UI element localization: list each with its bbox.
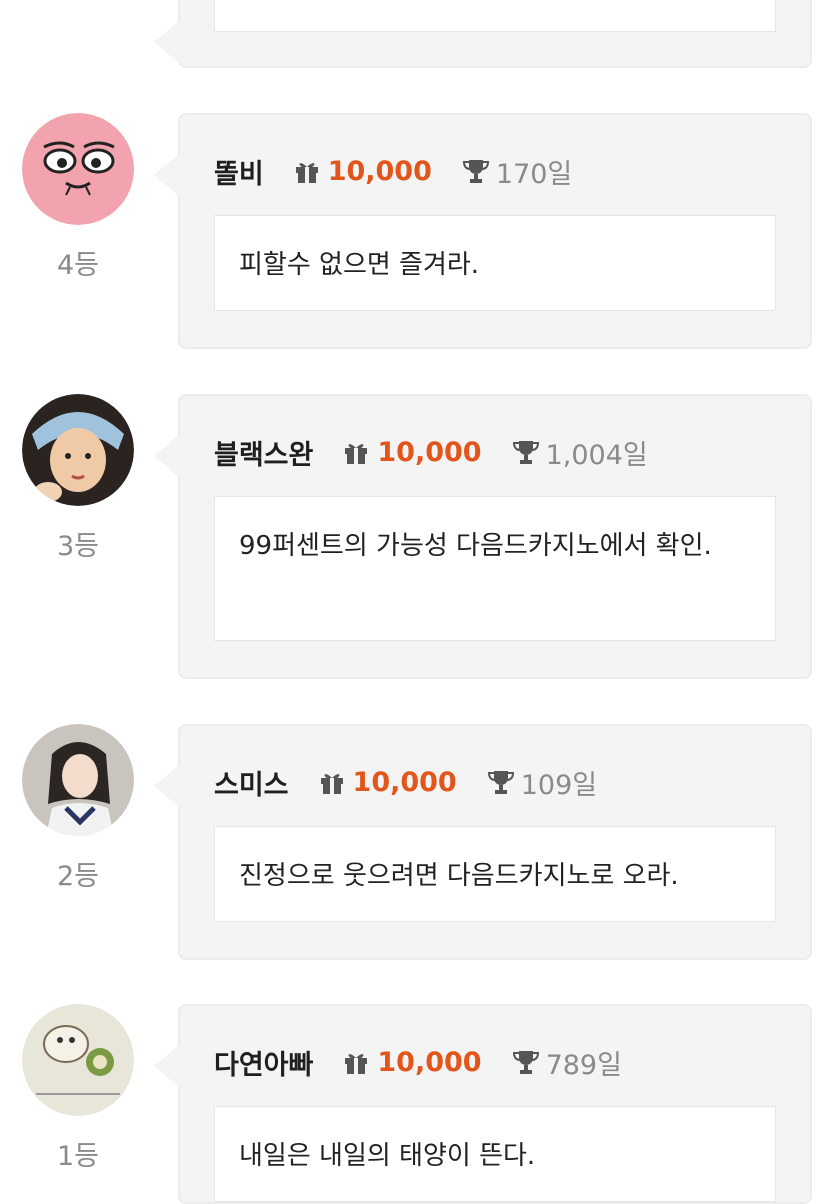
rank-label: 4등 (56, 250, 100, 281)
comment-meta: 스미스 10,000 109일 (214, 762, 597, 802)
comment-card: 블랙스완 10,000 1,004일 99퍼센트의 가능성 다음드카지노에서 확… (154, 394, 812, 679)
comment-meta: 똘비 10,000 170일 (214, 151, 572, 191)
member-days: 109일 (520, 769, 598, 801)
nickname[interactable]: 블랙스완 (214, 433, 313, 472)
rank-label: 3등 (56, 531, 100, 562)
comment-card-partial (154, 0, 812, 68)
gift-icon (345, 444, 368, 464)
comment-meta: 블랙스완 10,000 1,004일 (214, 432, 648, 472)
comment-text: 99퍼센트의 가능성 다음드카지노에서 확인. (214, 496, 776, 641)
gift-amount: 10,000 (377, 1046, 482, 1078)
comment-meta: 다연아빠 10,000 789일 (214, 1042, 622, 1082)
comment-card: 똘비 10,000 170일 피할수 없으면 즐겨라. (154, 113, 812, 349)
member-days: 1,004일 (545, 439, 648, 471)
nickname[interactable]: 스미스 (214, 763, 289, 802)
rank-label: 2등 (56, 861, 100, 892)
gift-amount: 10,000 (327, 155, 432, 187)
avatar[interactable] (22, 1004, 134, 1116)
avatar[interactable] (22, 724, 134, 836)
gift-icon (320, 774, 343, 794)
comment-text: 내일은 내일의 태양이 뜬다. (214, 1106, 776, 1202)
comment-box-partial (214, 0, 776, 32)
member-days: 170일 (495, 158, 573, 190)
gift-amount: 10,000 (377, 436, 482, 468)
nickname[interactable]: 다연아빠 (214, 1043, 313, 1082)
nickname[interactable]: 똘비 (214, 152, 264, 191)
rank-label: 1등 (56, 1141, 100, 1172)
avatar[interactable] (22, 394, 134, 506)
avatar[interactable] (22, 113, 134, 225)
comment-text: 피할수 없으면 즐겨라. (214, 215, 776, 311)
trophy-icon (462, 160, 489, 183)
comment-card: 다연아빠 10,000 789일 내일은 내일의 태양이 뜬다. (154, 1004, 812, 1204)
gift-icon (295, 163, 318, 183)
comment-text: 진정으로 웃으려면 다음드카지노로 오라. (214, 826, 776, 922)
trophy-icon (487, 771, 514, 794)
trophy-icon (512, 1051, 539, 1074)
trophy-icon (512, 441, 539, 464)
gift-icon (345, 1054, 368, 1074)
member-days: 789일 (545, 1049, 622, 1081)
comment-card: 스미스 10,000 109일 진정으로 웃으려면 다음드카지노로 오라. (154, 724, 812, 960)
gift-amount: 10,000 (352, 766, 457, 798)
